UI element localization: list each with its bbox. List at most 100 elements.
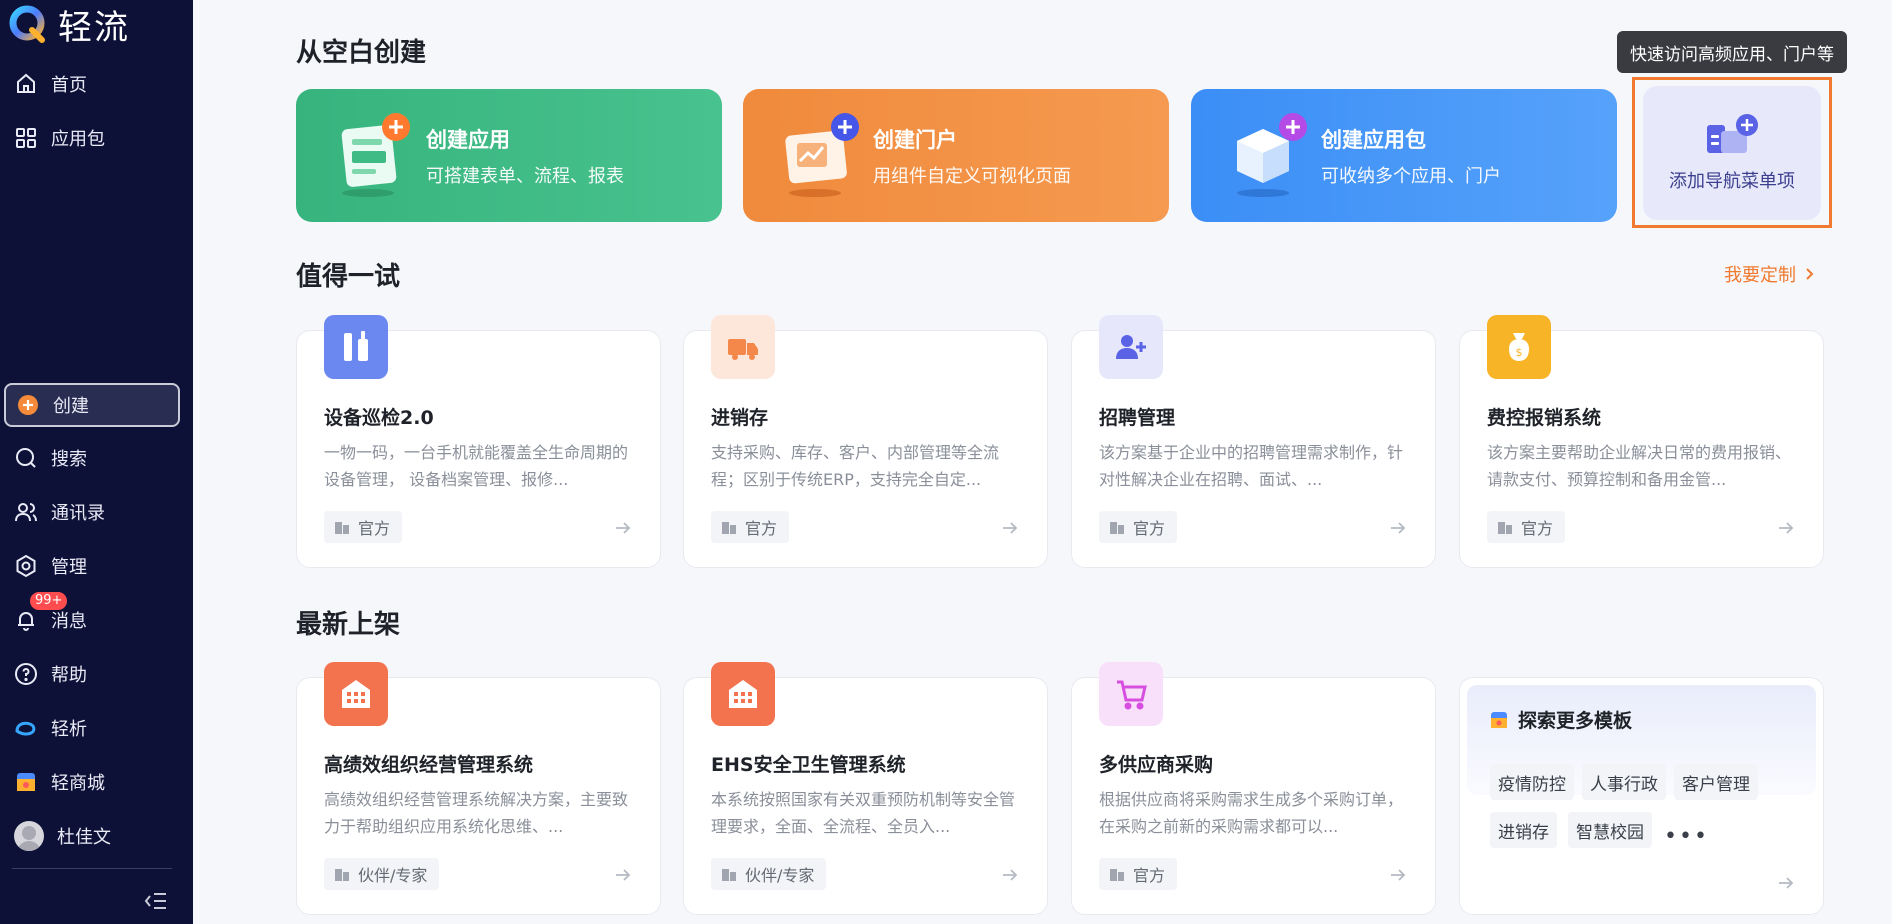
sidebar-item-create[interactable]: 创建 xyxy=(4,383,180,427)
template-store-icon xyxy=(1491,711,1507,728)
card-title: 创建门户 xyxy=(873,127,957,152)
sidebar-item-label: 首页 xyxy=(51,75,87,96)
sidebar-item-help[interactable]: 帮助 xyxy=(0,654,193,694)
explore-templates-card[interactable]: 探索更多模板 疫情防控 人事行政 客户管理 进销存 智慧校园 ••• xyxy=(1459,677,1824,915)
building-icon xyxy=(1110,522,1124,534)
arrow-right-icon xyxy=(616,522,631,534)
template-name: 费控报销系统 xyxy=(1487,407,1602,429)
building-icon xyxy=(335,869,349,881)
card-subtitle: 可搭建表单、流程、报表 xyxy=(426,165,624,187)
sidebar-item-messages[interactable]: 消息 99+ xyxy=(0,592,193,640)
form-document-icon xyxy=(341,112,410,197)
template-card-multi-supplier[interactable]: 多供应商采购 根据供应商将采购需求生成多个采购订单，在采购之前新的采购需求都可以… xyxy=(1071,662,1436,915)
template-card-recruitment[interactable]: 招聘管理 该方案基于企业中的招聘管理需求制作，针对性解决企业在招聘、面试、...… xyxy=(1071,315,1436,568)
template-tag: 官方 xyxy=(1099,511,1178,543)
sidebar-item-contacts[interactable]: 通讯录 xyxy=(0,492,193,532)
sidebar-item-home[interactable]: 首页 xyxy=(0,64,193,104)
template-tag: 官方 xyxy=(1487,511,1566,543)
help-icon xyxy=(15,663,37,685)
brand-logo[interactable]: 轻流 xyxy=(8,2,130,48)
template-tag-label: 官方 xyxy=(1133,519,1166,538)
sidebar-item-app-packages[interactable]: 应用包 xyxy=(0,118,193,158)
template-name: 设备巡检2.0 xyxy=(324,407,434,429)
avatar xyxy=(14,821,44,851)
sidebar-item-label: 通讯录 xyxy=(51,503,105,524)
more-templates-button[interactable]: ••• xyxy=(1664,824,1709,849)
create-app-card[interactable]: 创建应用 可搭建表单、流程、报表 xyxy=(296,89,722,222)
customize-link-label: 我要定制 xyxy=(1724,265,1796,286)
template-description: 高绩效组织经营管理系统解决方案，主要致力于帮助组织应用系统化思维、... xyxy=(324,790,629,836)
package-cube-icon xyxy=(1237,112,1307,197)
money-bag-icon: $ xyxy=(1487,315,1551,379)
customize-link[interactable]: 我要定制 xyxy=(1724,261,1816,287)
template-card-equipment-inspection[interactable]: 设备巡检2.0 一物一码，一台手机就能覆盖全生命周期的设备管理， 设备档案管理、… xyxy=(296,315,661,568)
sidebar-item-label: 帮助 xyxy=(51,665,87,686)
grid-icon xyxy=(16,128,36,148)
create-portal-card[interactable]: 创建门户 用组件自定义可视化页面 xyxy=(743,89,1169,222)
user-profile[interactable]: 杜佳文 xyxy=(0,816,193,856)
arrow-right-icon xyxy=(1391,522,1406,534)
store-icon xyxy=(17,773,35,791)
sidebar-item-search[interactable]: 搜索 xyxy=(0,438,193,478)
arrow-right-icon xyxy=(1779,877,1794,889)
tools-icon xyxy=(324,315,388,379)
template-card-inventory[interactable]: 进销存 支持采购、库存、客户、内部管理等全流程；区别于传统ERP，支持完全自定.… xyxy=(683,315,1048,568)
explore-title: 探索更多模板 xyxy=(1490,706,1632,733)
sidebar-item-qingxi[interactable]: 轻析 xyxy=(0,708,193,748)
create-app-package-card[interactable]: 创建应用包 可收纳多个应用、门户 xyxy=(1191,89,1617,222)
card-subtitle: 用组件自定义可视化页面 xyxy=(873,165,1071,187)
sidebar-item-store[interactable]: 轻商城 xyxy=(0,762,193,802)
sidebar-item-label: 搜索 xyxy=(51,449,87,470)
building-icon xyxy=(1110,869,1124,881)
sidebar-item-label: 应用包 xyxy=(51,129,105,150)
user-name: 杜佳文 xyxy=(57,827,111,848)
template-name: 高绩效组织经营管理系统 xyxy=(324,754,534,776)
bell-icon xyxy=(18,612,34,631)
template-name: 招聘管理 xyxy=(1099,407,1176,429)
unread-badge: 99+ xyxy=(30,592,68,610)
template-name: 进销存 xyxy=(711,407,769,429)
template-description: 该方案主要帮助企业解决日常的费用报销、请款支付、预算控制和备用金管... xyxy=(1487,443,1792,489)
search-icon xyxy=(16,448,36,468)
arrow-right-icon xyxy=(1003,869,1018,881)
sidebar-divider xyxy=(12,868,172,869)
building-grid-icon xyxy=(324,662,388,726)
svg-text:$: $ xyxy=(1516,346,1523,359)
truck-icon xyxy=(711,315,775,379)
brand-name: 轻流 xyxy=(58,7,130,48)
logo-icon xyxy=(9,5,45,43)
template-chip-hr-admin[interactable]: 人事行政 xyxy=(1582,764,1666,800)
arrow-right-icon xyxy=(616,869,631,881)
chevron-right-icon xyxy=(1806,268,1814,280)
portal-chart-icon xyxy=(785,112,859,197)
sidebar-item-manage[interactable]: 管理 xyxy=(0,546,193,586)
qingxi-logo-icon xyxy=(15,721,36,736)
template-description: 一物一码，一台手机就能覆盖全生命周期的设备管理， 设备档案管理、报修... xyxy=(324,443,629,489)
building-icon xyxy=(722,869,736,881)
template-name: 多供应商采购 xyxy=(1099,754,1214,776)
template-chip-smart-campus[interactable]: 智慧校园 xyxy=(1568,812,1652,848)
tooltip: 快速访问高频应用、门户等 xyxy=(1617,31,1847,73)
template-chip-epidemic[interactable]: 疫情防控 xyxy=(1490,764,1574,800)
template-name: EHS安全卫生管理系统 xyxy=(711,754,906,776)
template-card-ehs[interactable]: EHS安全卫生管理系统 本系统按照国家有关双重预防机制等安全管理要求，全面、全流… xyxy=(683,662,1048,915)
building-icon xyxy=(1498,522,1512,534)
template-chip-crm[interactable]: 客户管理 xyxy=(1674,764,1758,800)
collapse-sidebar-icon[interactable] xyxy=(144,890,168,912)
template-tag-label: 官方 xyxy=(1521,519,1554,538)
shopping-cart-icon xyxy=(1099,662,1163,726)
contacts-icon xyxy=(15,503,37,522)
template-chip-inventory[interactable]: 进销存 xyxy=(1490,812,1557,848)
building-grid-icon xyxy=(711,662,775,726)
template-card-expense[interactable]: $ 费控报销系统 该方案主要帮助企业解决日常的费用报销、请款支付、预算控制和备用… xyxy=(1459,315,1824,568)
section-title-blank: 从空白创建 xyxy=(296,38,427,68)
template-tag: 官方 xyxy=(324,511,403,543)
arrow-right-icon xyxy=(1003,522,1018,534)
add-nav-menu-item-button[interactable]: 添加导航菜单项 xyxy=(1643,86,1821,220)
template-tag-label: 伙伴/专家 xyxy=(358,866,428,885)
template-card-performance[interactable]: 高绩效组织经营管理系统 高绩效组织经营管理系统解决方案，主要致力于帮助组织应用系… xyxy=(296,662,661,915)
nav-add-highlight: 添加导航菜单项 xyxy=(1632,77,1832,228)
arrow-right-icon xyxy=(1779,522,1794,534)
template-tag: 官方 xyxy=(711,511,790,543)
card-subtitle: 可收纳多个应用、门户 xyxy=(1321,165,1501,187)
